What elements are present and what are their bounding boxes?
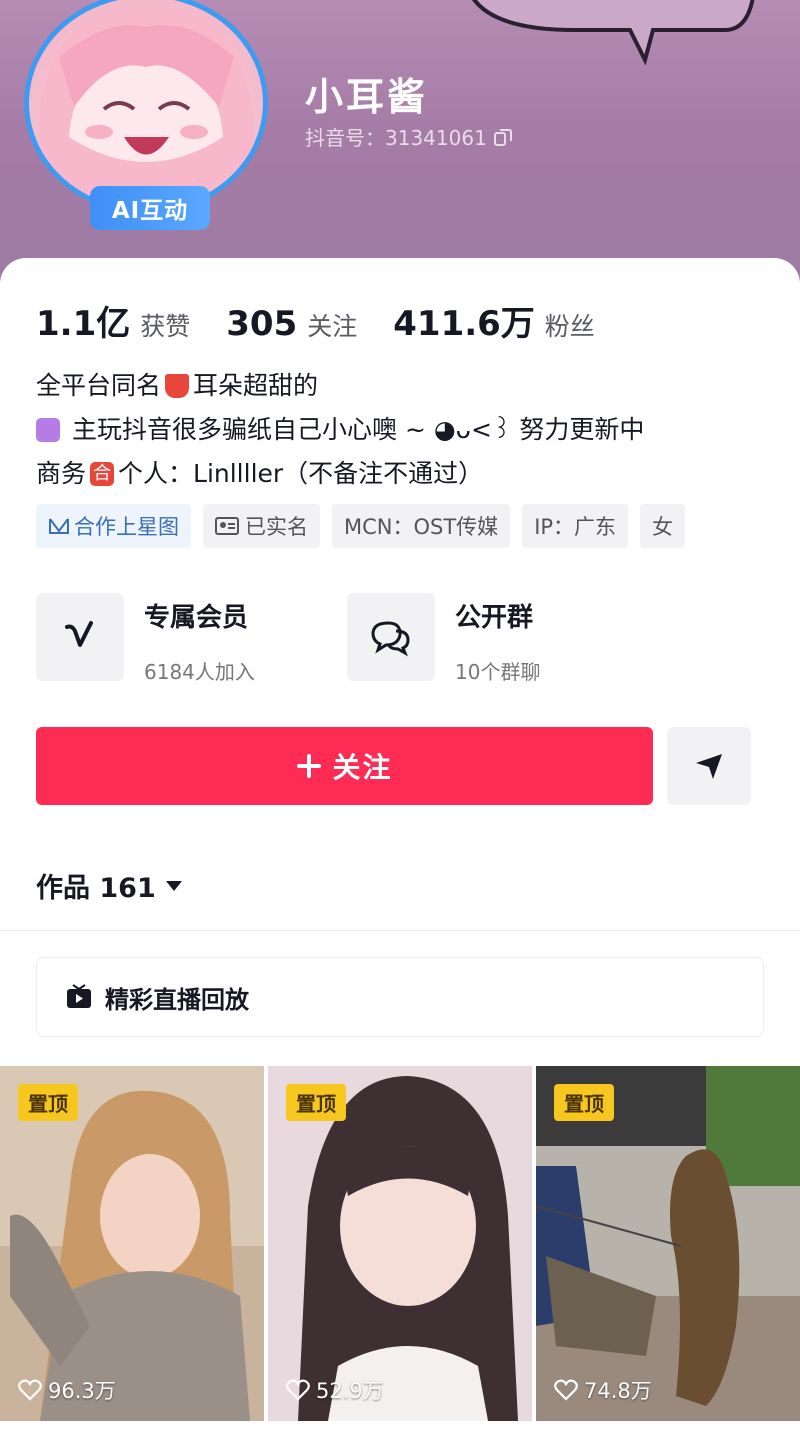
bio-text: 耳朵超甜的 (193, 371, 319, 400)
tag-label: MCN：OST传媒 (344, 515, 499, 539)
tag-ip[interactable]: IP：广东 (522, 504, 629, 548)
follow-label: 关注 (332, 751, 393, 784)
speech-bubble-decoration (472, 0, 755, 65)
purple-heart-emoji-icon (36, 418, 60, 442)
stats-row: 1.1亿 获赞 305 关注 411.6万 粉丝 (36, 296, 631, 345)
pinned-badge: 置顶 (554, 1084, 614, 1121)
bio-text: 主玩抖音很多骗纸自己小心噢 ~ ◕ᴗ<꒱ 努力更新中 (72, 415, 645, 444)
group-chat-icon (371, 621, 410, 657)
exclusive-membership[interactable]: 专属会员 6184人加入 (36, 593, 255, 685)
profile-nickname: 小耳酱 (305, 75, 429, 119)
bio-line-3: 商务 合 个人：Linllller（不备注不通过） (36, 452, 644, 496)
feature-icon-box (347, 593, 435, 681)
tag-verified[interactable]: 已实名 (203, 504, 320, 548)
like-count: 74.8万 (554, 1375, 652, 1405)
like-count: 52.9万 (286, 1375, 384, 1405)
following-label: 关注 (307, 312, 358, 341)
bio: 全平台同名 耳朵超甜的 主玩抖音很多骗纸自己小心噢 ~ ◕ᴗ<꒱ 努力更新中 商… (36, 364, 644, 496)
cooperation-emoji-icon: 合 (90, 462, 115, 486)
following-count[interactable]: 305 (226, 304, 297, 344)
id-card-icon (215, 517, 239, 535)
douyin-id-row[interactable]: 抖音号：31341061 (305, 122, 513, 151)
bio-line-1: 全平台同名 耳朵超甜的 (36, 364, 644, 408)
like-count-text: 52.9万 (316, 1379, 384, 1403)
follow-button[interactable]: 关注 (36, 727, 653, 805)
public-group[interactable]: 公开群 10个群聊 (347, 593, 540, 685)
tag-mcn[interactable]: MCN：OST传媒 (332, 504, 511, 548)
heart-icon (286, 1379, 310, 1401)
bio-text: 个人：Linllller（不备注不通过） (118, 459, 484, 488)
avatar[interactable] (24, 0, 268, 214)
like-count: 96.3万 (18, 1375, 116, 1405)
tag-label: 女 (652, 515, 674, 539)
works-dropdown[interactable]: 作品 161 (36, 866, 184, 905)
likes-label: 获赞 (140, 312, 191, 341)
section-divider (0, 930, 800, 931)
ai-interaction-badge[interactable]: AI互动 (90, 186, 210, 230)
bio-text: 商务 (36, 459, 87, 488)
share-button[interactable] (667, 727, 751, 805)
tv-icon (67, 984, 91, 1008)
avatar-container[interactable]: AI互动 (24, 0, 280, 230)
video-thumbnail[interactable]: 置顶 74.8万 (536, 1066, 800, 1421)
vip-v-icon (65, 621, 93, 647)
pinned-badge: 置顶 (286, 1084, 346, 1121)
anime-avatar-illustration (39, 5, 253, 209)
bio-line-2: 主玩抖音很多骗纸自己小心噢 ~ ◕ᴗ<꒱ 努力更新中 (36, 408, 644, 452)
feature-icon-box (36, 593, 124, 681)
star-map-icon (49, 518, 69, 534)
like-count-text: 96.3万 (48, 1379, 116, 1403)
tag-label: 已实名 (245, 515, 308, 539)
like-count-text: 74.8万 (584, 1379, 652, 1403)
live-replay-entry[interactable]: 精彩直播回放 (36, 957, 764, 1037)
live-replay-label: 精彩直播回放 (105, 985, 249, 1014)
works-label: 作品 161 (36, 873, 156, 904)
douyin-id-text: 抖音号：31341061 (305, 126, 487, 150)
followers-label: 粉丝 (544, 312, 595, 341)
tag-star-map[interactable]: 合作上星图 (36, 504, 191, 548)
bio-text: 全平台同名 (36, 371, 162, 400)
video-thumbnail[interactable]: 置顶 52.9万 (268, 1066, 532, 1421)
tag-label: 合作上星图 (74, 515, 179, 539)
copy-icon[interactable] (493, 127, 513, 147)
likes-count[interactable]: 1.1亿 (36, 296, 130, 345)
feature-title: 专属会员 (144, 603, 249, 633)
heart-icon (554, 1379, 578, 1401)
caret-down-icon (165, 880, 182, 891)
video-thumbnail[interactable]: 置顶 96.3万 (0, 1066, 264, 1421)
followers-count[interactable]: 411.6万 (393, 296, 535, 345)
feature-subtitle: 10个群聊 (455, 660, 541, 684)
heart-icon (18, 1379, 42, 1401)
pinned-badge: 置顶 (18, 1084, 78, 1121)
scarf-emoji-icon (165, 374, 190, 398)
plus-icon (297, 754, 322, 778)
tag-gender[interactable]: 女 (640, 504, 686, 548)
feature-title: 公开群 (455, 603, 534, 633)
profile-tags: 合作上星图 已实名 MCN：OST传媒 IP：广东 女 (36, 504, 686, 548)
feature-subtitle: 6184人加入 (144, 660, 255, 684)
share-arrow-icon (696, 754, 722, 779)
tag-label: IP：广东 (534, 515, 617, 539)
